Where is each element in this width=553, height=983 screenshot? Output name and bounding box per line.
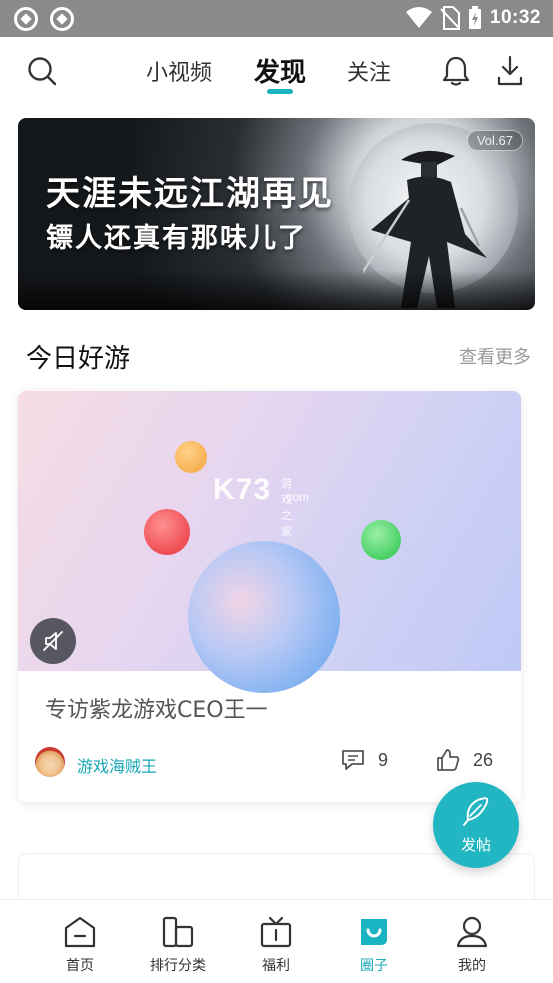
home-icon bbox=[64, 916, 96, 948]
site-watermark: K73 游戏之家 .com bbox=[213, 473, 309, 538]
watermark-domain: .com bbox=[283, 490, 310, 504]
comment-icon bbox=[342, 750, 364, 770]
tab-short-video[interactable]: 小视频 bbox=[146, 55, 212, 87]
banner-headline: 天涯未远江湖再见 bbox=[46, 174, 334, 214]
nav-profile[interactable]: 我的 bbox=[427, 914, 517, 975]
top-navigation: 小视频 发现 关注 bbox=[0, 37, 553, 109]
tab-discover[interactable]: 发现 bbox=[254, 52, 306, 89]
likes-value: 26 bbox=[473, 749, 494, 770]
status-right: 10:32 bbox=[405, 6, 541, 30]
watermark-brand: K73 bbox=[213, 473, 272, 506]
post-card[interactable]: K73 游戏之家 .com 专访紫龙游戏CEO王一 游戏海贼王 9 26 bbox=[18, 391, 521, 802]
mute-button[interactable] bbox=[30, 618, 76, 664]
comments-count[interactable]: 9 bbox=[340, 748, 388, 772]
search-icon bbox=[28, 57, 57, 86]
feather-pen-icon bbox=[463, 797, 489, 826]
status-bar: 10:32 bbox=[0, 0, 553, 37]
status-time: 10:32 bbox=[489, 7, 541, 28]
author-avatar[interactable] bbox=[35, 747, 65, 777]
download-icon bbox=[497, 55, 523, 86]
ranking-icon bbox=[162, 916, 194, 948]
likes-count[interactable]: 26 bbox=[435, 748, 493, 772]
bell-icon bbox=[442, 56, 470, 86]
nav-home-label: 首页 bbox=[66, 958, 94, 974]
app-notification-icon bbox=[14, 7, 38, 31]
search-button[interactable] bbox=[24, 53, 60, 89]
green-sphere bbox=[361, 520, 401, 560]
nav-profile-label: 我的 bbox=[458, 958, 486, 974]
wifi-icon bbox=[405, 7, 432, 28]
active-tab-indicator bbox=[267, 89, 293, 94]
nav-ranking-label: 排行分类 bbox=[150, 958, 206, 974]
status-notification-icons bbox=[14, 7, 74, 31]
notifications-button[interactable] bbox=[438, 53, 474, 89]
nav-welfare-label: 福利 bbox=[262, 958, 290, 974]
volume-badge: Vol.67 bbox=[466, 130, 523, 151]
see-more-link[interactable]: 查看更多 bbox=[459, 343, 531, 369]
nav-circle[interactable]: 圈子 bbox=[329, 914, 419, 975]
watermark-sub: 游戏之家 bbox=[281, 477, 292, 538]
no-sim-icon bbox=[440, 6, 460, 30]
comments-value: 9 bbox=[378, 749, 389, 770]
nav-home[interactable]: 首页 bbox=[35, 914, 125, 975]
red-sphere bbox=[144, 509, 190, 555]
section-title: 今日好游 bbox=[26, 344, 131, 374]
muted-speaker-icon bbox=[43, 631, 63, 651]
orange-sphere bbox=[175, 441, 207, 473]
bottom-navigation: 首页 排行分类 福利 圈子 我的 bbox=[0, 899, 553, 983]
author-name[interactable]: 游戏海贼王 bbox=[77, 753, 157, 777]
featured-banner[interactable]: Vol.67 天涯未远江湖再见 镖人还真有那味儿了 bbox=[18, 118, 535, 310]
post-title[interactable]: 专访紫龙游戏CEO王一 bbox=[45, 692, 268, 724]
app-notification-icon-2 bbox=[50, 7, 74, 31]
banner-subline: 镖人还真有那味儿了 bbox=[46, 223, 307, 254]
download-button[interactable] bbox=[492, 53, 528, 89]
profile-icon bbox=[456, 916, 488, 948]
new-post-label: 发帖 bbox=[460, 836, 491, 854]
post-video-thumbnail[interactable]: K73 游戏之家 .com bbox=[18, 391, 521, 693]
nav-ranking[interactable]: 排行分类 bbox=[133, 914, 223, 975]
gift-tv-icon bbox=[260, 916, 292, 948]
tab-follow[interactable]: 关注 bbox=[347, 55, 391, 87]
banner-foreground bbox=[18, 270, 535, 310]
nav-circle-label: 圈子 bbox=[360, 958, 388, 974]
large-sphere bbox=[188, 541, 340, 693]
nav-welfare[interactable]: 福利 bbox=[231, 914, 321, 975]
circle-community-icon bbox=[361, 919, 387, 945]
thumbs-up-icon bbox=[437, 749, 460, 771]
new-post-button[interactable]: 发帖 bbox=[433, 782, 519, 868]
battery-charging-icon bbox=[468, 6, 481, 29]
